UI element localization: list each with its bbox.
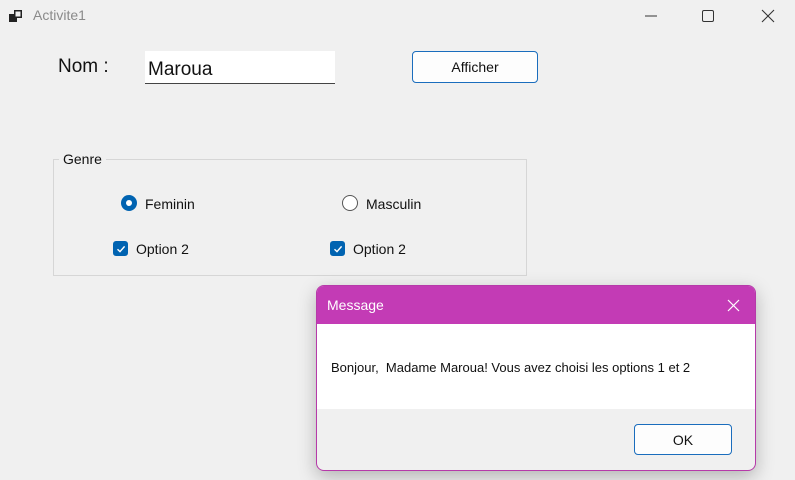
afficher-button[interactable]: Afficher xyxy=(412,51,538,83)
app-window-icon xyxy=(9,10,22,22)
option-checkbox-2[interactable] xyxy=(330,241,345,256)
minimize-button[interactable] xyxy=(628,0,674,32)
dialog-close-button[interactable] xyxy=(711,286,755,324)
masculin-radio[interactable] xyxy=(342,195,358,211)
genre-group-legend: Genre xyxy=(59,151,106,167)
title-bar[interactable]: Activite1 xyxy=(0,0,795,32)
feminin-radio[interactable] xyxy=(121,195,137,211)
nom-input[interactable] xyxy=(145,51,335,84)
close-icon xyxy=(727,299,739,311)
window-title: Activite1 xyxy=(33,7,86,23)
minimize-icon xyxy=(645,15,657,17)
genre-groupbox xyxy=(53,159,527,276)
message-dialog: Message Bonjour, Madame Maroua! Vous ave… xyxy=(316,285,756,471)
masculin-radio-label[interactable]: Masculin xyxy=(366,196,421,212)
maximize-icon xyxy=(702,10,714,22)
option-checkbox-2-label[interactable]: Option 2 xyxy=(353,241,406,257)
ok-button[interactable]: OK xyxy=(634,424,732,455)
maximize-button[interactable] xyxy=(685,0,731,32)
checkmark-icon xyxy=(333,245,342,253)
dialog-body: Bonjour, Madame Maroua! Vous avez choisi… xyxy=(317,324,755,409)
dialog-title-bar[interactable]: Message xyxy=(317,286,755,324)
close-button[interactable] xyxy=(745,0,791,32)
checkmark-icon xyxy=(116,245,125,253)
dialog-title: Message xyxy=(327,297,384,313)
nom-label: Nom : xyxy=(58,56,109,77)
option-checkbox-1-label[interactable]: Option 2 xyxy=(136,241,189,257)
option-checkbox-1[interactable] xyxy=(113,241,128,256)
dialog-message: Bonjour, Madame Maroua! Vous avez choisi… xyxy=(331,360,691,375)
feminin-radio-label[interactable]: Feminin xyxy=(145,196,195,212)
close-icon xyxy=(761,9,775,23)
